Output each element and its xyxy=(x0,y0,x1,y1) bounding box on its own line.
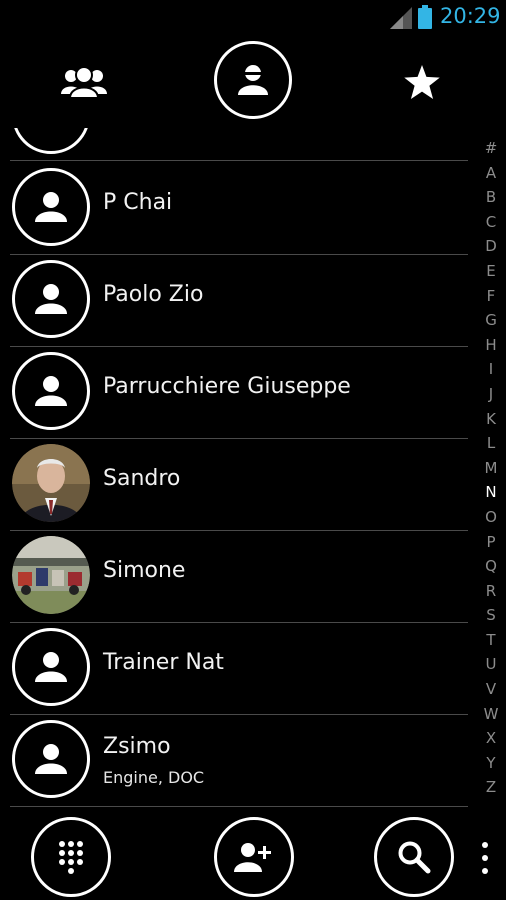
alphabet-index-letter[interactable]: S xyxy=(476,603,506,628)
contact-avatar xyxy=(12,720,90,798)
divider xyxy=(10,160,468,161)
search-button[interactable] xyxy=(374,817,454,897)
contact-name: P Chai xyxy=(103,190,173,215)
star-icon xyxy=(404,65,440,99)
overflow-dot xyxy=(482,868,488,874)
contact-name: Sandro xyxy=(103,466,181,491)
default-avatar-icon xyxy=(35,192,67,222)
contact-avatar xyxy=(12,168,90,246)
contact-subtitle: Engine, DOC xyxy=(103,768,205,787)
alphabet-index-letter[interactable]: K xyxy=(476,407,506,432)
alphabet-index-letter[interactable]: F xyxy=(476,284,506,309)
contact-name: Paolo Zio xyxy=(103,282,204,307)
contact-row[interactable]: Sandro xyxy=(0,438,472,529)
tab-contacts[interactable] xyxy=(214,41,292,119)
alphabet-index-letter[interactable]: E xyxy=(476,259,506,284)
alphabet-index-letter[interactable]: Z xyxy=(476,775,506,800)
add-contact-button[interactable] xyxy=(214,817,294,897)
alphabet-index-letter[interactable]: D xyxy=(476,234,506,259)
contact-row[interactable]: Zsimo Engine, DOC xyxy=(0,714,472,805)
dialpad-icon xyxy=(59,841,83,874)
overflow-menu-button[interactable] xyxy=(474,838,496,878)
alphabet-index-letter[interactable]: J xyxy=(476,382,506,407)
alphabet-index-letter[interactable]: H xyxy=(476,333,506,358)
alphabet-index-letter[interactable]: N xyxy=(476,480,506,505)
alphabet-index-letter[interactable]: G xyxy=(476,308,506,333)
contact-name: Zsimo xyxy=(103,734,171,759)
alphabet-index-letter[interactable]: W xyxy=(476,702,506,727)
alphabet-index-letter[interactable]: O xyxy=(476,505,506,530)
overflow-dot xyxy=(482,855,488,861)
contact-photo-image xyxy=(12,536,90,614)
tab-favorites[interactable] xyxy=(400,62,444,102)
divider xyxy=(10,806,468,807)
contact-name: Simone xyxy=(103,558,186,583)
alphabet-index-letter[interactable]: M xyxy=(476,456,506,481)
alphabet-index-letter[interactable]: V xyxy=(476,677,506,702)
partial-avatar xyxy=(12,128,90,154)
status-time: 20:29 xyxy=(440,4,501,28)
alphabet-index-letter[interactable]: P xyxy=(476,530,506,555)
alphabet-index-letter[interactable]: Q xyxy=(476,554,506,579)
default-avatar-icon xyxy=(35,376,67,406)
default-avatar-icon xyxy=(35,744,67,774)
person-icon xyxy=(238,65,268,95)
default-avatar-icon xyxy=(35,284,67,314)
contact-name: Trainer Nat xyxy=(103,650,224,675)
add-contact-icon xyxy=(234,843,271,872)
contact-row[interactable]: Parrucchiere Giuseppe xyxy=(0,346,472,437)
contact-photo xyxy=(12,444,90,522)
alphabet-index-letter[interactable]: Y xyxy=(476,751,506,776)
contact-avatar xyxy=(12,260,90,338)
contact-list[interactable]: P Chai Paolo Zio Parrucchiere Giuseppe S… xyxy=(0,128,472,808)
alphabet-index-letter[interactable]: C xyxy=(476,210,506,235)
alphabet-index-letter[interactable]: # xyxy=(476,136,506,161)
alphabet-index-letter[interactable]: T xyxy=(476,628,506,653)
overflow-dot xyxy=(482,842,488,848)
contact-row[interactable]: Trainer Nat xyxy=(0,622,472,713)
contact-name: Parrucchiere Giuseppe xyxy=(103,374,351,399)
default-avatar-icon xyxy=(35,652,67,682)
search-icon xyxy=(398,841,431,874)
battery-icon xyxy=(418,5,432,29)
alphabet-index-letter[interactable]: X xyxy=(476,726,506,751)
contact-row[interactable]: P Chai xyxy=(0,162,472,253)
contact-photo xyxy=(12,536,90,614)
alphabet-index-letter[interactable]: I xyxy=(476,357,506,382)
signal-icon xyxy=(390,7,412,29)
contact-photo-image xyxy=(12,444,90,522)
contact-row[interactable]: Simone xyxy=(0,530,472,621)
alphabet-index-letter[interactable]: A xyxy=(476,161,506,186)
groups-icon xyxy=(61,66,107,98)
alphabet-index[interactable]: # A B C D E F G H I J K L M N O P Q R S T U V W X Y Z xyxy=(476,136,506,800)
alphabet-index-letter[interactable]: R xyxy=(476,579,506,604)
contact-avatar xyxy=(12,352,90,430)
contact-row[interactable]: Paolo Zio xyxy=(0,254,472,345)
alphabet-index-letter[interactable]: L xyxy=(476,431,506,456)
status-bar: 20:29 xyxy=(0,0,506,36)
tab-groups[interactable] xyxy=(56,62,112,102)
alphabet-index-letter[interactable]: B xyxy=(476,185,506,210)
dialpad-button[interactable] xyxy=(31,817,111,897)
alphabet-index-letter[interactable]: U xyxy=(476,652,506,677)
contact-avatar xyxy=(12,628,90,706)
